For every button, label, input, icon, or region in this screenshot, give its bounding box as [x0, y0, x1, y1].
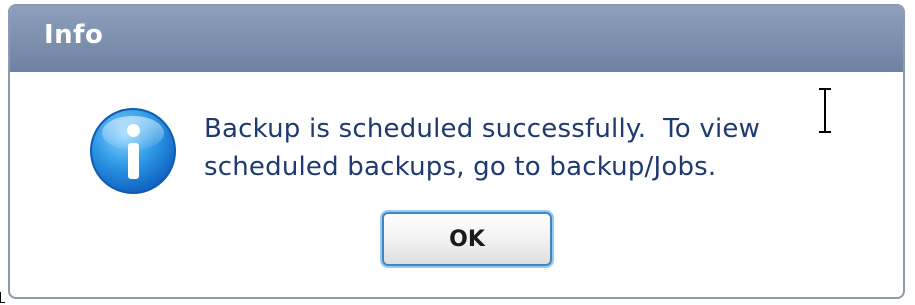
dialog-message: Backup is scheduled successfully. To vie…	[204, 110, 760, 186]
corner-mark	[0, 292, 5, 303]
message-line-1: Backup is scheduled successfully. To vie…	[204, 114, 761, 144]
info-icon	[90, 108, 176, 194]
message-line-2: scheduled backups, go to backup/Jobs.	[204, 152, 717, 182]
info-icon-bar	[128, 143, 139, 179]
dialog-titlebar[interactable]: Info	[10, 6, 903, 72]
text-cursor-icon	[818, 88, 832, 134]
ok-button[interactable]: OK	[382, 212, 552, 266]
dialog-title: Info	[44, 20, 104, 50]
info-icon-dot	[127, 124, 140, 137]
info-dialog: Info Backup is scheduled successfully. T…	[8, 4, 905, 299]
